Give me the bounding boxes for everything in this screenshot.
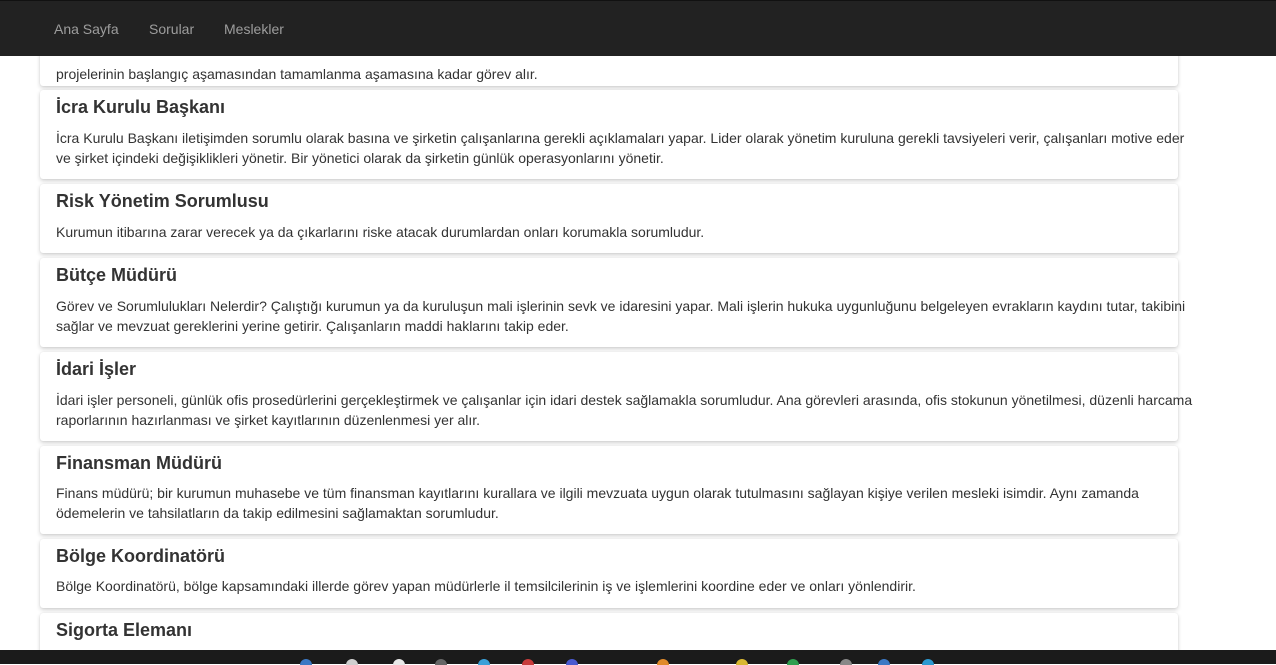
taskbar-app-icon[interactable]: [346, 659, 358, 665]
profession-title: İcra Kurulu Başkanı: [56, 97, 226, 117]
profession-description-line: İcra Kurulu Başkanı iletişimden sorumlu …: [56, 130, 1185, 146]
profession-card[interactable]: projelerinin başlangıç aşamasından tamam…: [40, 56, 1178, 86]
profession-description-line: ve şirket içindeki değişiklikleri yöneti…: [56, 150, 664, 166]
profession-description-line: raporlarının hazırlanması ve şirket kayı…: [56, 412, 481, 428]
profession-description-line: sağlar ve mevzuat gereklerini yerine get…: [56, 318, 569, 334]
profession-description-line: İdari işler personeli, günlük ofis prose…: [56, 392, 1193, 408]
taskbar-app-icon[interactable]: [736, 659, 748, 665]
taskbar-app-icon[interactable]: [840, 659, 852, 665]
profession-card[interactable]: İdari İşler İdari işler personeli, günlü…: [40, 352, 1192, 441]
profession-title: İdari İşler: [56, 359, 137, 379]
profession-description-line: Bölge Koordinatörü, bölge kapsamındaki i…: [56, 578, 916, 594]
taskbar-app-icon[interactable]: [787, 659, 799, 665]
profession-card[interactable]: Finansman Müdürü Finans müdürü; bir kuru…: [40, 446, 1178, 534]
profession-title: Finansman Müdürü: [56, 453, 222, 473]
top-navbar: Ana Sayfa Sorular Meslekler: [0, 0, 1276, 56]
taskbar-app-icon[interactable]: [522, 659, 534, 665]
profession-card[interactable]: Sigorta Elemanı: [40, 613, 1178, 650]
profession-description-line: projelerinin başlangıç aşamasından tamam…: [56, 66, 538, 82]
profession-card[interactable]: Bölge Koordinatörü Bölge Koordinatörü, b…: [40, 539, 1178, 608]
profession-description-line: ödemelerin ve tahsilatların da takip edi…: [56, 505, 499, 521]
nav-link-questions[interactable]: Sorular: [149, 19, 194, 39]
profession-title: Risk Yönetim Sorumlusu: [56, 191, 269, 211]
nav-link-professions[interactable]: Meslekler: [224, 19, 284, 39]
taskbar-app-icon[interactable]: [922, 659, 934, 665]
profession-description-line: Kurumun itibarına zarar verecek ya da çı…: [56, 224, 705, 240]
taskbar-app-icon[interactable]: [393, 659, 405, 665]
os-taskbar: [0, 650, 1276, 665]
profession-title: Sigorta Elemanı: [56, 620, 193, 640]
profession-list: projelerinin başlangıç aşamasından tamam…: [0, 56, 1276, 650]
profession-card[interactable]: Risk Yönetim Sorumlusu Kurumun itibarına…: [40, 184, 1178, 253]
profession-title: Bölge Koordinatörü: [56, 546, 225, 566]
profession-description-line: Görev ve Sorumlulukları Nelerdir? Çalışt…: [56, 298, 1186, 314]
taskbar-app-icon[interactable]: [300, 659, 312, 665]
profession-description-line: Finans müdürü; bir kurumun muhasebe ve t…: [56, 485, 1139, 501]
profession-card[interactable]: İcra Kurulu Başkanı İcra Kurulu Başkanı …: [40, 90, 1184, 179]
taskbar-app-icon[interactable]: [435, 659, 447, 665]
taskbar-app-icon[interactable]: [478, 659, 490, 665]
taskbar-app-icon[interactable]: [566, 659, 578, 665]
profession-title: Bütçe Müdürü: [56, 265, 177, 285]
taskbar-app-icon[interactable]: [657, 659, 669, 665]
taskbar-app-icon[interactable]: [878, 659, 890, 665]
profession-card[interactable]: Bütçe Müdürü Görev ve Sorumlulukları Nel…: [40, 258, 1185, 347]
nav-link-home[interactable]: Ana Sayfa: [54, 19, 119, 39]
